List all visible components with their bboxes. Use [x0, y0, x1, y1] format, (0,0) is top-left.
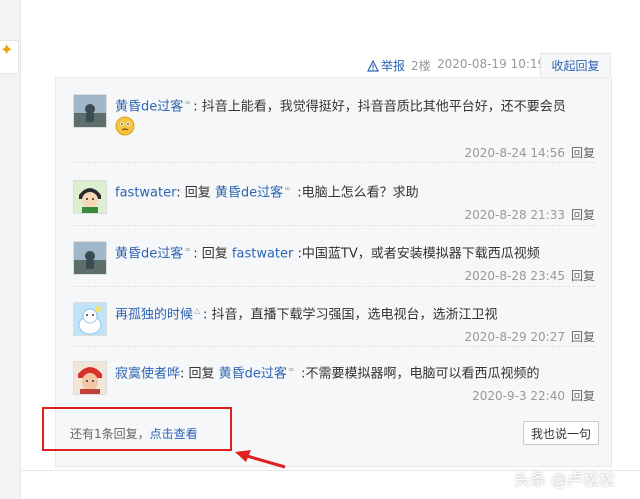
reply-time: 2020-9-3 22:40 [472, 389, 565, 403]
report-link[interactable]: 举报 [367, 57, 405, 74]
emoji-icon [115, 116, 135, 136]
member-badge-icon: ∞ [184, 98, 191, 107]
username-link[interactable]: 黄昏de过客 [115, 99, 183, 114]
divider [73, 286, 595, 287]
floor-number: 2楼 [411, 59, 431, 73]
highlight-annotation-box [42, 407, 232, 451]
reply-content: : 抖音上能看，我觉得挺好，抖音音质比其他平台好，还不要会员 [193, 99, 566, 115]
avatar[interactable] [73, 180, 107, 214]
reply-meta: 2020-8-29 20:27 回复 [464, 328, 595, 345]
divider [73, 346, 595, 347]
reply-line: 再孤独的时候△: 抖音，直播下载学习强国，选电视台，选浙江卫视 [115, 306, 595, 324]
floor-header: 举报 2楼 2020-08-19 10:19 收起回复 [55, 53, 611, 78]
reply-line: 黄昏de过客∞: 回复 fastwater :中国蓝TV，或者安装模拟器下载西瓜… [115, 245, 595, 263]
member-badge-icon: ∞ [287, 365, 295, 374]
collapse-replies-button[interactable]: 收起回复 [540, 53, 611, 78]
reply-meta: 2020-8-24 14:56 回复 [464, 144, 595, 161]
avatar[interactable] [73, 94, 107, 128]
member-badge-icon: ∞ [184, 245, 191, 254]
reply-content: :电脑上怎么看？求助 [293, 185, 419, 201]
divider [73, 162, 595, 163]
divider [73, 225, 595, 226]
avatar[interactable] [73, 361, 107, 395]
reply-time: 2020-8-28 21:33 [464, 208, 565, 222]
reply-to-link[interactable]: fastwater [232, 246, 293, 261]
reply-line: 寂寞使者哗: 回复 黄昏de过客∞ :不需要模拟器啊，电脑可以看西瓜视频的 [115, 365, 595, 383]
reply-button[interactable]: 回复 [571, 330, 595, 344]
reply-content: :中国蓝TV，或者安装模拟器下载西瓜视频 [293, 246, 540, 262]
star-icon: ✦ [0, 40, 14, 59]
avatar[interactable] [73, 302, 107, 336]
add-comment-button[interactable]: 我也说一句 [523, 421, 599, 445]
reply-time: 2020-8-28 23:45 [464, 269, 565, 283]
watermark-text: 头条 @卢松松 [514, 470, 616, 489]
reply-time: 2020-8-29 20:27 [464, 330, 565, 344]
reply-verb: : 回复 [176, 185, 215, 201]
left-sidebar-strip [0, 0, 21, 499]
username-link[interactable]: 再孤独的时候 [115, 307, 193, 322]
report-label[interactable]: 举报 [381, 57, 405, 74]
username-link[interactable]: 寂寞使者哗 [115, 366, 180, 381]
warning-icon [367, 59, 379, 72]
reply-meta: 2020-8-28 21:33 回复 [464, 206, 595, 223]
reply-to-link[interactable]: 黄昏de过客 [219, 366, 287, 381]
reply-line: fastwater: 回复 黄昏de过客∞ :电脑上怎么看？求助 [115, 184, 595, 202]
reply-time: 2020-8-24 14:56 [464, 146, 565, 160]
reply-button[interactable]: 回复 [571, 208, 595, 222]
member-badge-icon: ∞ [284, 184, 291, 193]
arrow-annotation-icon [235, 450, 286, 469]
reply-button[interactable]: 回复 [571, 389, 595, 403]
reply-content: :不需要模拟器啊，电脑可以看西瓜视频的 [296, 366, 540, 382]
reply-content: : 抖音，直播下载学习强国，选电视台，选浙江卫视 [203, 307, 498, 323]
reply-line: 黄昏de过客∞: 抖音上能看，我觉得挺好，抖音音质比其他平台好，还不要会员 [115, 98, 595, 116]
reply-verb: : 回复 [193, 246, 232, 262]
username-link[interactable]: 黄昏de过客 [115, 246, 183, 261]
reply-button[interactable]: 回复 [571, 269, 595, 283]
reply-verb: : 回复 [180, 366, 219, 382]
avatar[interactable] [73, 241, 107, 275]
reply-to-link[interactable]: 黄昏de过客 [215, 185, 283, 200]
username-link[interactable]: fastwater [115, 185, 176, 200]
reply-button[interactable]: 回复 [571, 146, 595, 160]
reply-meta: 2020-8-28 23:45 回复 [464, 267, 595, 284]
floor-timestamp: 2020-08-19 10:19 [437, 57, 546, 71]
member-badge-icon: △ [194, 306, 201, 315]
reply-meta: 2020-9-3 22:40 回复 [472, 387, 595, 404]
